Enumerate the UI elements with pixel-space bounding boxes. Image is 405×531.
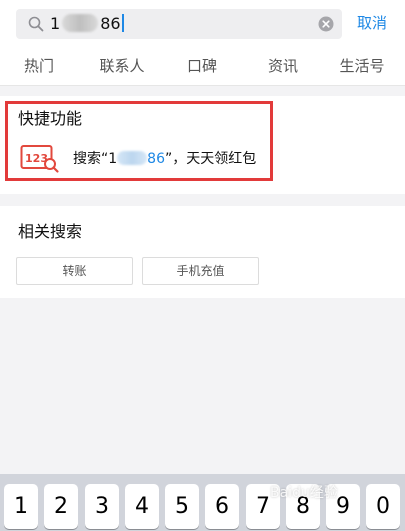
- clear-icon[interactable]: [318, 16, 334, 32]
- key-3[interactable]: 3: [85, 484, 119, 529]
- quick-text-before: 搜索“1: [73, 151, 118, 167]
- search-query-suffix: 86: [100, 14, 121, 33]
- search-query: 1 86: [50, 13, 124, 35]
- watermark: Baidu经验: [270, 485, 338, 501]
- tab-life-accounts[interactable]: 生活号: [327, 46, 397, 86]
- category-tabs: 热门 联系人 口碑 资讯 生活号: [0, 46, 405, 86]
- key-0[interactable]: 0: [366, 484, 400, 529]
- related-chip-phone-topup[interactable]: 手机充值: [142, 257, 259, 285]
- key-2[interactable]: 2: [44, 484, 78, 529]
- tab-hot[interactable]: 热门: [4, 46, 74, 86]
- search-query-prefix: 1: [50, 14, 61, 33]
- text-cursor: [121, 14, 124, 32]
- key-5[interactable]: 5: [165, 484, 199, 529]
- quick-functions-title: 快捷功能: [18, 109, 83, 128]
- search-input[interactable]: 1 86: [16, 9, 342, 39]
- quick-function-link[interactable]: 搜索“1 86”，天天领红包: [73, 149, 256, 169]
- related-search-title: 相关搜索: [18, 222, 83, 241]
- number-search-icon[interactable]: 123: [20, 144, 60, 174]
- numeric-keyboard: 1 2 3 4 5 6 7 8 9 0: [0, 474, 405, 531]
- related-chip-transfer[interactable]: 转账: [16, 257, 133, 285]
- key-1[interactable]: 1: [4, 484, 38, 529]
- tab-contacts[interactable]: 联系人: [87, 46, 157, 86]
- quick-functions-section: 快捷功能 123 搜索“1 86”，天天领红包: [0, 96, 405, 194]
- key-4[interactable]: 4: [125, 484, 159, 529]
- tab-news[interactable]: 资讯: [248, 46, 318, 86]
- tab-koubei[interactable]: 口碑: [167, 46, 237, 86]
- redacted-mask: [62, 14, 99, 32]
- redacted-mask: [117, 151, 148, 165]
- search-header: 1 86 取消: [0, 0, 405, 46]
- key-6[interactable]: 6: [205, 484, 239, 529]
- quick-text-suffix: 86: [147, 151, 165, 167]
- search-icon: [28, 16, 44, 32]
- cancel-button[interactable]: 取消: [357, 12, 387, 34]
- related-search-section: 相关搜索 转账 手机充值: [0, 206, 405, 298]
- quick-text-after: ”，天天领红包: [165, 151, 257, 167]
